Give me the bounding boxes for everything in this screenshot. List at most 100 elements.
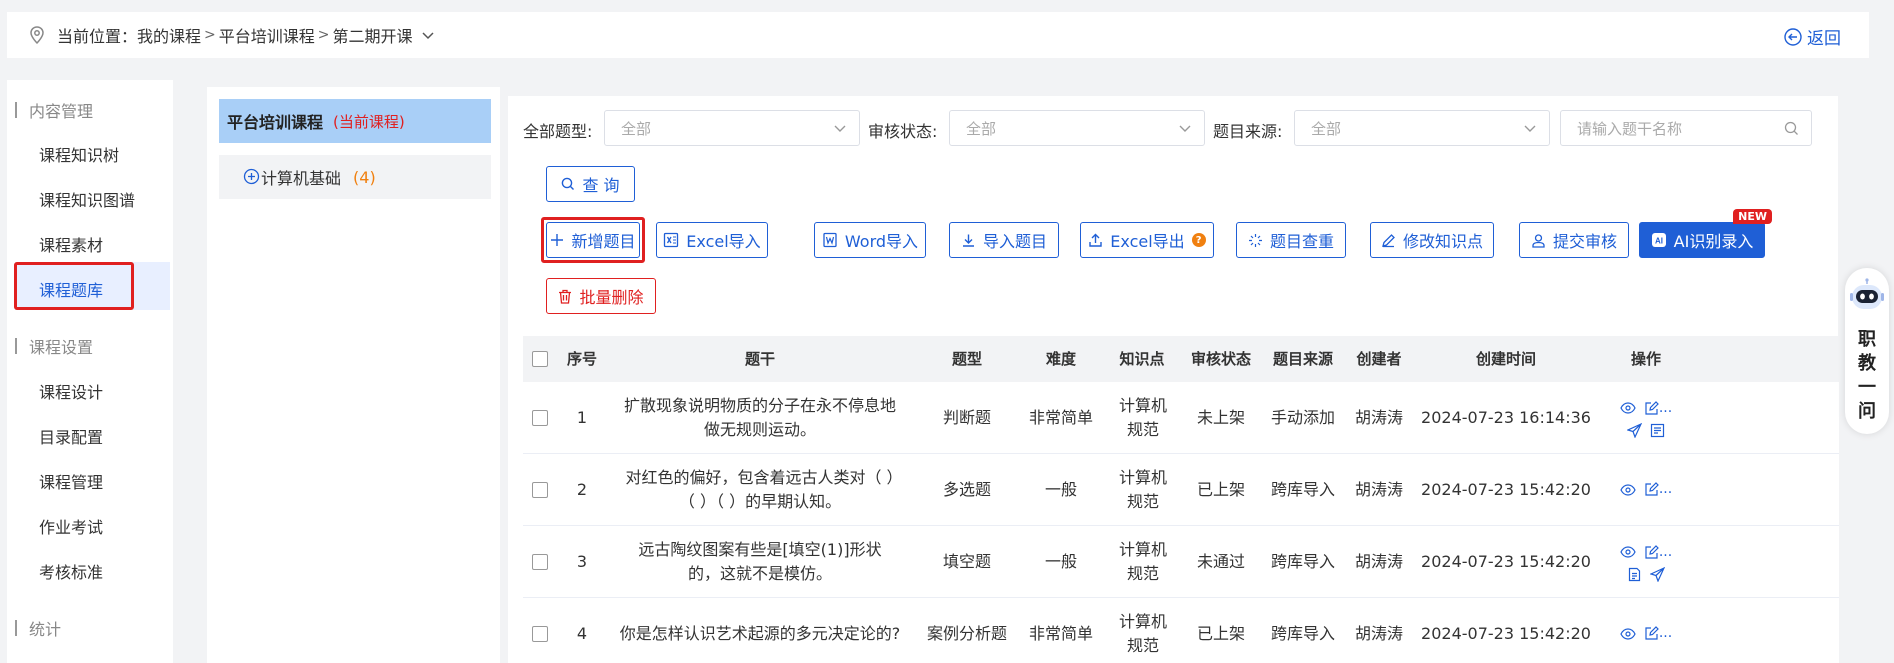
view-icon[interactable] <box>1620 398 1636 419</box>
table-header: 序号 题干 题型 难度 知识点 审核状态 题目来源 创建者 创建时间 操作 <box>523 336 1839 382</box>
cell-creator: 胡涛涛 <box>1354 623 1403 643</box>
sidebar-item-assessment-standard[interactable]: 考核标准 <box>39 559 103 583</box>
status-select[interactable]: 全部 <box>949 110 1205 146</box>
search-input[interactable]: 请输入题干名称 <box>1560 110 1812 146</box>
cell-source: 跨库导入 <box>1270 623 1335 643</box>
select-all-checkbox-cell <box>523 336 557 382</box>
sidebar-item-materials[interactable]: 课程素材 <box>39 232 103 256</box>
question-bank-panel: 全部题型: 全部 审核状态: 全部 题目来源: 全部 请输入题干名称 查 询 新… <box>508 96 1839 663</box>
row-checkbox[interactable] <box>532 553 548 570</box>
cell-creator: 胡涛涛 <box>1354 407 1403 427</box>
edit-icon[interactable]: ... <box>1644 479 1672 500</box>
header-knowledge-point: 知识点 <box>1119 349 1165 368</box>
cell-type: 判断题 <box>942 407 991 427</box>
row-checkbox[interactable] <box>532 625 548 642</box>
cell-no: 4 <box>576 623 588 643</box>
document-icon[interactable] <box>1627 567 1642 582</box>
back-label: 返回 <box>1807 29 1841 49</box>
word-import-button[interactable]: Word导入 <box>814 222 926 258</box>
tree-node[interactable]: 计算机基础 (4) <box>219 155 491 199</box>
query-button[interactable]: 查 询 <box>546 166 635 202</box>
expand-plus-icon[interactable] <box>243 168 260 189</box>
dedupe-label: 题目查重 <box>1269 232 1334 251</box>
ai-entry-label: AI识别录入 <box>1673 232 1754 251</box>
card-icon[interactable] <box>1650 423 1665 438</box>
sidebar-item-catalog-config[interactable]: 目录配置 <box>39 424 103 448</box>
cell-created-time: 2024-07-23 15:42:20 <box>1421 551 1591 571</box>
search-icon[interactable] <box>1784 121 1799 140</box>
view-icon[interactable] <box>1620 623 1636 644</box>
select-all-checkbox[interactable] <box>532 351 548 367</box>
assistant-widget[interactable]: 职教一问 <box>1845 268 1889 434</box>
sidebar: 内容管理 课程知识树 课程知识图谱 课程素材 课程题库 课程设置 课程设计 目录… <box>7 80 173 663</box>
row-checkbox[interactable] <box>532 481 548 498</box>
submit-review-button[interactable]: 提交审核 <box>1519 222 1629 258</box>
type-select[interactable]: 全部 <box>604 110 860 146</box>
chevron-down-icon <box>1178 121 1192 139</box>
row-checkbox[interactable] <box>532 409 548 426</box>
upload-icon <box>1089 233 1102 247</box>
row-checkbox-cell <box>523 526 557 597</box>
sidebar-section-statistics[interactable]: 统计 <box>15 616 61 640</box>
location-pin-icon <box>27 25 47 45</box>
ai-icon: AI <box>1651 233 1666 247</box>
table-row: 4 你是怎样认识艺术起源的多元决定论的? 案例分析题 非常简单 计算机规范 已上… <box>523 598 1839 663</box>
cell-type: 案例分析题 <box>926 623 1007 643</box>
back-arrow-icon <box>1784 27 1802 46</box>
assistant-label: 职教一问 <box>1858 329 1876 422</box>
cell-difficulty: 一般 <box>1044 479 1077 499</box>
edit-icon[interactable]: ... <box>1644 398 1672 419</box>
ai-entry-button[interactable]: AI AI识别录入 NEW <box>1639 209 1772 258</box>
view-icon[interactable] <box>1620 479 1636 500</box>
back-button[interactable]: 返回 <box>1784 24 1841 49</box>
header-created-time: 创建时间 <box>1475 349 1536 368</box>
breadcrumb-item-my-courses[interactable]: 我的课程 <box>137 23 201 47</box>
import-questions-button[interactable]: 导入题目 <box>949 222 1059 258</box>
header-type: 题型 <box>951 349 982 368</box>
breadcrumb-separator: > <box>204 27 216 43</box>
breadcrumb-item-course[interactable]: 平台培训课程 <box>219 23 315 47</box>
header-status: 审核状态 <box>1190 349 1251 368</box>
source-select[interactable]: 全部 <box>1294 110 1550 146</box>
excel-import-label: Excel导入 <box>686 232 761 251</box>
sidebar-item-knowledge-graph[interactable]: 课程知识图谱 <box>39 187 135 211</box>
cell-status: 已上架 <box>1196 623 1245 643</box>
edit-icon[interactable]: ... <box>1644 623 1672 644</box>
send-icon[interactable] <box>1650 566 1665 582</box>
view-icon[interactable] <box>1620 542 1636 563</box>
svg-text:AI: AI <box>1655 237 1663 246</box>
cell-no: 2 <box>576 479 588 499</box>
cell-creator: 胡涛涛 <box>1354 479 1403 499</box>
edit-icon[interactable]: ... <box>1644 542 1672 563</box>
sidebar-item-homework-exam[interactable]: 作业考试 <box>39 514 103 538</box>
tree-course-header[interactable]: 平台培训课程 (当前课程) <box>219 99 491 143</box>
cell-no: 1 <box>576 407 588 427</box>
cell-stem: 扩散现象说明物质的分子在永不停息地做无规则运动。 <box>623 395 896 439</box>
batch-delete-button[interactable]: 批量删除 <box>546 278 656 314</box>
excel-export-button[interactable]: Excel导出 ? <box>1080 222 1214 258</box>
sidebar-section-settings: 课程设置 <box>15 334 93 358</box>
tree-node-label: 计算机基础 <box>261 169 342 188</box>
source-select-value: 全部 <box>1311 119 1342 138</box>
breadcrumb-prefix: 当前位置： <box>57 27 138 46</box>
breadcrumb-separator: > <box>317 27 330 43</box>
edit-knowledge-point-button[interactable]: 修改知识点 <box>1370 222 1494 258</box>
header-no: 序号 <box>566 349 597 368</box>
sidebar-item-knowledge-tree[interactable]: 课程知识树 <box>39 142 119 166</box>
chevron-down-icon[interactable] <box>421 28 435 42</box>
send-icon[interactable] <box>1627 422 1642 438</box>
sidebar-item-course-management[interactable]: 课程管理 <box>39 469 103 493</box>
chevron-down-icon <box>1523 121 1537 139</box>
robot-icon <box>1849 278 1885 322</box>
header-creator: 创建者 <box>1356 349 1402 368</box>
excel-import-button[interactable]: Excel导入 <box>656 222 768 258</box>
cell-status: 未通过 <box>1196 551 1245 571</box>
sidebar-item-course-design[interactable]: 课程设计 <box>39 379 103 403</box>
cell-stem: 你是怎样认识艺术起源的多元决定论的? <box>619 623 901 643</box>
help-icon[interactable]: ? <box>1191 233 1206 247</box>
dedupe-button[interactable]: 题目查重 <box>1236 222 1346 258</box>
excel-icon <box>664 232 679 248</box>
cell-source: 跨库导入 <box>1270 551 1335 571</box>
tree-course-name: 平台培训课程 <box>227 113 324 132</box>
breadcrumb-item-term[interactable]: 第二期开课 <box>333 23 413 47</box>
